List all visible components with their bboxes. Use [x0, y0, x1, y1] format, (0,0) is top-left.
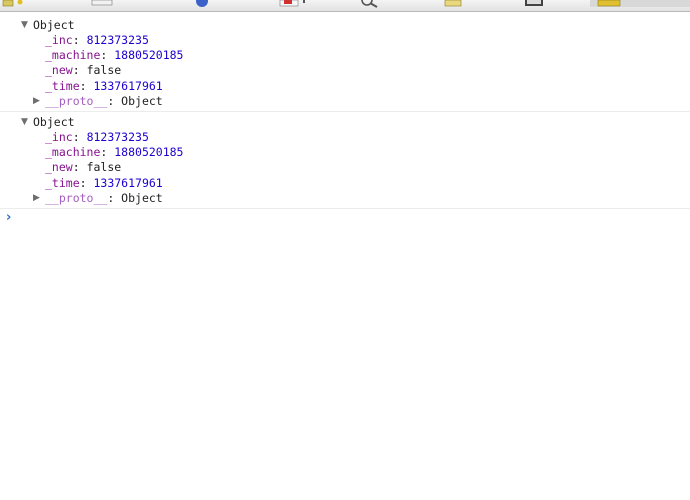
- prompt-chevron-icon: ›: [6, 209, 12, 225]
- object-title: Object: [33, 18, 75, 32]
- property-value: 812373235: [86, 33, 149, 47]
- elements-panel-icon[interactable]: [2, 0, 23, 7]
- toolbar-icons: [2, 0, 690, 8]
- property-row: _inc: 812373235: [45, 129, 149, 144]
- expanded-triangle-icon[interactable]: ▼: [21, 114, 28, 130]
- property-name: _machine: [45, 48, 101, 63]
- console-prompt[interactable]: ›: [0, 209, 690, 227]
- console-log: ▼ Object _inc: 812373235 _machine: 18805…: [0, 15, 690, 227]
- property-value: 1337617961: [93, 175, 163, 190]
- resources-panel-icon[interactable]: [91, 0, 113, 6]
- property-name: _inc: [45, 129, 73, 144]
- property-name: _new: [45, 160, 73, 175]
- collapsed-triangle-icon[interactable]: ▶: [33, 93, 40, 109]
- sources-panel-icon[interactable]: [279, 0, 305, 7]
- object-header[interactable]: ▼ Object: [0, 17, 690, 33]
- property-name: _inc: [45, 33, 73, 47]
- property-name: _time: [45, 175, 80, 190]
- proto-row[interactable]: ▶ __proto__: Object: [0, 94, 690, 109]
- proto-name: __proto__: [45, 190, 108, 205]
- proto-name: __proto__: [45, 93, 108, 108]
- console-tab-active[interactable]: [590, 0, 690, 7]
- property-row: _machine: 1880520185: [45, 145, 184, 160]
- property-name: _machine: [45, 145, 101, 160]
- property-name: _time: [45, 78, 80, 93]
- object-title: Object: [33, 114, 75, 129]
- audits-panel-icon[interactable]: [444, 0, 462, 7]
- object-header[interactable]: ▼ Object: [0, 114, 690, 130]
- property-row: _new: false: [45, 63, 122, 78]
- console-message: ▼ Object _inc: 812373235 _machine: 18805…: [0, 112, 690, 209]
- property-row: _time: 1337617961: [45, 175, 163, 190]
- console-message: ▼ Object _inc: 812373235 _machine: 18805…: [0, 15, 690, 112]
- property-value: 812373235: [86, 129, 149, 144]
- property-name: _new: [45, 63, 73, 78]
- property-row: _inc: 812373235: [45, 33, 149, 47]
- expanded-triangle-icon[interactable]: ▼: [21, 17, 28, 33]
- property-value: 1337617961: [93, 78, 163, 93]
- property-value: false: [86, 160, 122, 175]
- search-icon[interactable]: [361, 0, 378, 8]
- network-panel-icon[interactable]: [196, 0, 208, 7]
- property-value: false: [86, 63, 122, 78]
- property-row: _time: 1337617961: [45, 78, 163, 93]
- proto-row[interactable]: ▶ __proto__: Object: [0, 191, 690, 206]
- property-row: _machine: 1880520185: [45, 48, 184, 63]
- property-value: 1880520185: [114, 48, 184, 63]
- property-row: _new: false: [45, 160, 122, 175]
- devtools-toolbar: [0, 0, 690, 12]
- proto-value: Object: [121, 190, 163, 205]
- collapsed-triangle-icon[interactable]: ▶: [33, 190, 40, 206]
- proto-value: Object: [121, 93, 163, 108]
- property-value: 1880520185: [114, 145, 184, 160]
- console-panel-icon[interactable]: [525, 0, 543, 6]
